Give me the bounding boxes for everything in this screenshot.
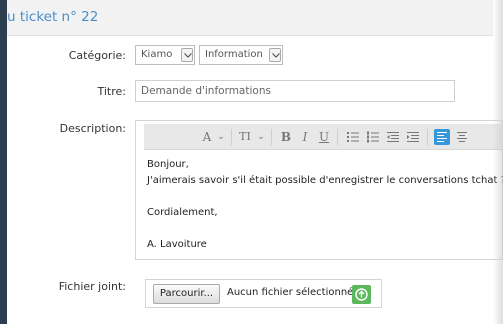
outdent-icon[interactable]	[385, 129, 401, 145]
description-line	[147, 189, 503, 205]
description-editor[interactable]: A ⌄ TI ⌄ B I U Bonjour, J'aimerais savoi…	[135, 120, 503, 260]
bold-button[interactable]: B	[279, 128, 293, 146]
category-label: Catégorie:	[68, 49, 126, 62]
chevron-down-icon	[181, 48, 193, 62]
description-line: A. Lavoiture	[147, 239, 207, 250]
upload-button[interactable]	[352, 285, 371, 304]
title-input-value: Demande d'informations	[141, 85, 271, 97]
align-center-icon[interactable]	[454, 129, 470, 145]
chevron-down-icon	[269, 48, 281, 62]
page-title: u ticket n° 22	[7, 9, 99, 25]
upload-icon	[355, 288, 368, 301]
category-select[interactable]: Kiamo	[135, 45, 195, 65]
font-button[interactable]: A	[200, 128, 214, 146]
subcategory-select[interactable]: Information	[199, 45, 283, 65]
title-label: Titre:	[97, 85, 126, 98]
attachment-label: Fichier joint:	[58, 280, 126, 293]
align-left-icon[interactable]	[434, 129, 450, 145]
underline-button[interactable]: U	[317, 128, 331, 146]
description-line: Bonjour,	[147, 159, 189, 170]
description-content: Bonjour, J'aimerais savoir s'il était po…	[147, 157, 503, 253]
page-header: u ticket n° 22	[7, 0, 493, 36]
italic-button[interactable]: I	[298, 128, 312, 146]
toolbar-separator	[231, 129, 232, 145]
indent-icon[interactable]	[405, 129, 421, 145]
file-status: Aucun fichier sélectionné.	[227, 287, 357, 298]
description-line: J'aimerais savoir s'il était possible d'…	[147, 175, 503, 186]
file-input[interactable]: Parcourir... Aucun fichier sélectionné.	[145, 279, 382, 308]
description-line	[147, 221, 503, 237]
scroll-shadow	[493, 0, 503, 324]
description-label: Description:	[59, 122, 126, 135]
title-input[interactable]: Demande d'informations	[135, 80, 455, 102]
editor-toolbar: A ⌄ TI ⌄ B I U	[144, 124, 503, 150]
toolbar-separator	[427, 129, 428, 145]
font-size-button[interactable]: TI	[237, 128, 253, 146]
toolbar-separator	[271, 129, 272, 145]
numbered-list-icon[interactable]	[365, 129, 381, 145]
browse-button[interactable]: Parcourir...	[153, 284, 220, 304]
category-select-value: Kiamo	[141, 49, 173, 60]
chevron-down-icon[interactable]: ⌄	[216, 128, 226, 146]
toolbar-separator	[337, 129, 338, 145]
chevron-down-icon[interactable]: ⌄	[256, 128, 266, 146]
bullet-list-icon[interactable]	[345, 129, 361, 145]
subcategory-select-value: Information	[205, 49, 263, 60]
description-line: Cordialement,	[147, 207, 218, 218]
